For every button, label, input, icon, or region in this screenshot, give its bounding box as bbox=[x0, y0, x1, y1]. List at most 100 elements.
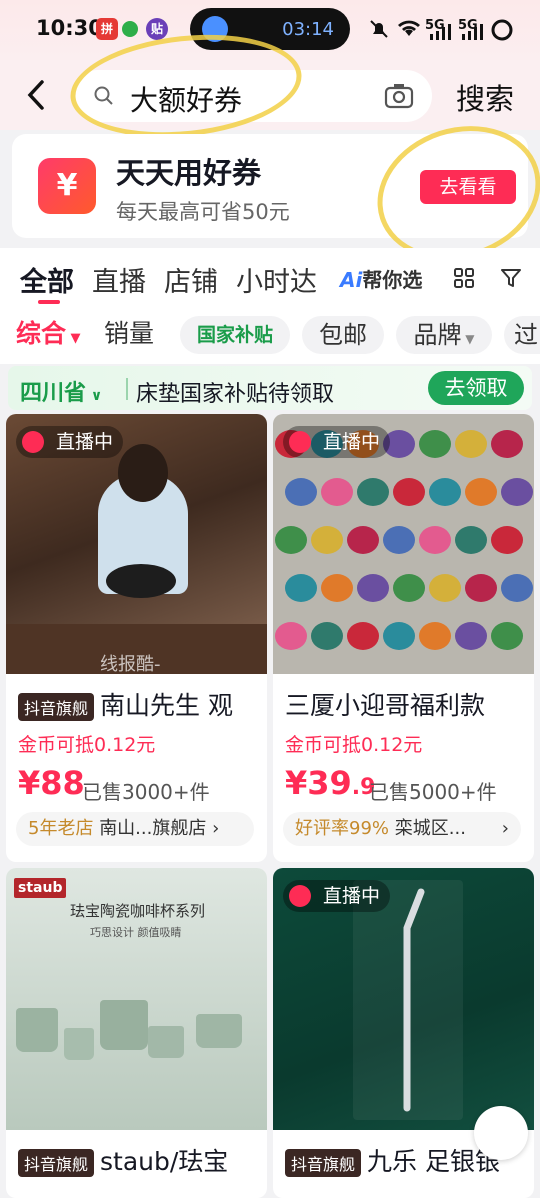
cookware-pot bbox=[321, 478, 353, 506]
active-tab-indicator bbox=[38, 300, 60, 304]
back-arrow-icon[interactable] bbox=[22, 78, 52, 112]
cookware-pot bbox=[455, 430, 487, 458]
flagship-badge: 抖音旗舰 bbox=[18, 1149, 95, 1177]
mute-bell-icon bbox=[370, 20, 388, 38]
shop-link[interactable]: 5年老店 南山...旗舰店 › bbox=[16, 812, 254, 846]
sort-sales[interactable]: 销量 bbox=[104, 316, 154, 352]
live-label: 直播中 bbox=[323, 431, 381, 453]
live-badge: 直播中 bbox=[283, 426, 391, 458]
flagship-badge: 抖音旗舰 bbox=[285, 1149, 362, 1177]
filter-icon[interactable] bbox=[500, 268, 522, 288]
cookware-pot bbox=[321, 574, 353, 602]
flagship-badge: 抖音旗舰 bbox=[18, 693, 95, 721]
cookware-pot bbox=[455, 622, 487, 650]
product-name: staub/珐宝 bbox=[100, 1147, 229, 1176]
tab-hourly[interactable]: 小时达 bbox=[236, 260, 317, 299]
teapot-shape bbox=[106, 564, 176, 598]
product-title: 抖音旗舰 staub/珐宝 bbox=[18, 1142, 228, 1178]
chip-brand-label: 品牌 bbox=[413, 321, 462, 349]
tab-shops[interactable]: 店铺 bbox=[164, 260, 218, 299]
cookware-pot bbox=[311, 526, 343, 554]
cookware-pot bbox=[275, 622, 307, 650]
ai-pick-tab[interactable]: Ai帮你选 bbox=[340, 264, 422, 293]
cookware-pot bbox=[275, 526, 307, 554]
tab-live[interactable]: 直播 bbox=[92, 260, 146, 299]
product-card[interactable]: 直播中 三厦小迎哥福利款 金币可抵0.12元 ¥39.9 已售5000+件 好评… bbox=[273, 414, 534, 862]
coin-deduction: 金币可抵0.12元 bbox=[285, 734, 423, 756]
cup-shape bbox=[196, 1014, 242, 1048]
promo-title: 天天用好券 bbox=[116, 156, 262, 190]
cookware-pot bbox=[491, 526, 523, 554]
chip-free-shipping[interactable]: 包邮 bbox=[302, 316, 384, 354]
shop-name: 南山...旗舰店 bbox=[99, 818, 207, 839]
cookware-pot bbox=[347, 526, 379, 554]
camera-icon[interactable] bbox=[384, 82, 414, 110]
cookware-pot bbox=[429, 574, 461, 602]
search-button[interactable]: 搜索 bbox=[456, 76, 514, 118]
product-title: 抖音旗舰 南山先生 观 bbox=[18, 686, 233, 722]
cookware-pot bbox=[285, 574, 317, 602]
category-tabs: 全部 直播 店铺 小时达 Ai帮你选 bbox=[0, 248, 540, 306]
floating-action-button[interactable] bbox=[474, 1106, 528, 1160]
caret-down-icon: ▼ bbox=[461, 332, 475, 346]
grid-view-icon[interactable] bbox=[454, 268, 474, 288]
shop-name: 栾城区... bbox=[394, 818, 466, 839]
live-icon bbox=[289, 431, 311, 453]
live-badge: 直播中 bbox=[283, 880, 391, 912]
chip-national-subsidy[interactable]: 国家补贴 bbox=[180, 316, 290, 354]
cookware-pot bbox=[383, 526, 415, 554]
cookware-pot bbox=[393, 478, 425, 506]
battery-ring-icon bbox=[491, 19, 513, 41]
province-label: 四川省 bbox=[20, 381, 87, 406]
live-label: 直播中 bbox=[323, 885, 381, 907]
cookware-pot bbox=[357, 478, 389, 506]
cookware-pot bbox=[491, 430, 523, 458]
subsidy-text: 床垫国家补贴待领取 bbox=[136, 382, 335, 407]
ai-pick-label: 帮你选 bbox=[362, 268, 423, 292]
cookware-pot bbox=[465, 574, 497, 602]
cup-shape bbox=[148, 1026, 184, 1058]
price-main: ¥39 bbox=[285, 764, 352, 802]
cookware-pot bbox=[383, 622, 415, 650]
chevron-right-icon: › bbox=[212, 818, 220, 839]
claim-button[interactable]: 去领取 bbox=[428, 371, 524, 405]
cookware-pot bbox=[455, 526, 487, 554]
product-card[interactable]: 线报酷-new.xianbao.fun 直播中 抖音旗舰 南山先生 观 金币可抵0… bbox=[6, 414, 267, 862]
cookware-pot bbox=[357, 574, 389, 602]
caret-down-icon: ▼ bbox=[66, 331, 81, 346]
staub-logo: staub bbox=[14, 878, 67, 898]
product-card[interactable]: staub 珐宝陶瓷咖啡杯系列 巧思设计 颜值吸睛 抖音旗舰 staub/珐宝 bbox=[6, 868, 267, 1198]
chevron-down-icon: ∨ bbox=[86, 388, 103, 404]
live-icon bbox=[22, 431, 44, 453]
ai-prefix: Ai bbox=[340, 268, 363, 292]
straw-shape bbox=[403, 888, 425, 1112]
subsidy-banner[interactable]: 四川省 ∨ 床垫国家补贴待领取 去领取 bbox=[8, 366, 532, 410]
live-label: 直播中 bbox=[56, 431, 114, 453]
signal-icon bbox=[430, 24, 451, 40]
shop-link[interactable]: 好评率99% 栾城区... › bbox=[283, 812, 521, 846]
chip-brand[interactable]: 品牌 ▼ bbox=[396, 316, 492, 354]
sort-comprehensive[interactable]: 综合 ▼ bbox=[16, 316, 81, 352]
cookware-pot bbox=[347, 622, 379, 650]
sort-comprehensive-label: 综合 bbox=[16, 319, 67, 348]
image-caption: 珐宝陶瓷咖啡杯系列 bbox=[70, 902, 206, 920]
cookware-pot bbox=[429, 478, 461, 506]
presenter-hair bbox=[118, 444, 168, 502]
sold-count: 已售3000+件 bbox=[82, 780, 210, 804]
divider bbox=[126, 378, 128, 400]
shield-icon bbox=[122, 21, 138, 37]
chip-more[interactable]: 过 bbox=[504, 316, 540, 354]
cookware-pot bbox=[419, 526, 451, 554]
cup-shape bbox=[100, 1000, 148, 1050]
cookware-pot bbox=[285, 478, 317, 506]
cookware-pot bbox=[501, 478, 533, 506]
product-title: 三厦小迎哥福利款 bbox=[285, 691, 486, 720]
tab-all[interactable]: 全部 bbox=[20, 260, 74, 299]
app-notification-icon: 拼 bbox=[96, 18, 118, 40]
image-subcaption: 巧思设计 颜值吸睛 bbox=[90, 926, 182, 939]
cookware-pot bbox=[501, 574, 533, 602]
province-selector[interactable]: 四川省 ∨ bbox=[20, 375, 102, 407]
wifi-icon bbox=[398, 20, 420, 36]
cookware-pot bbox=[419, 430, 451, 458]
cup-shape bbox=[16, 1008, 58, 1052]
